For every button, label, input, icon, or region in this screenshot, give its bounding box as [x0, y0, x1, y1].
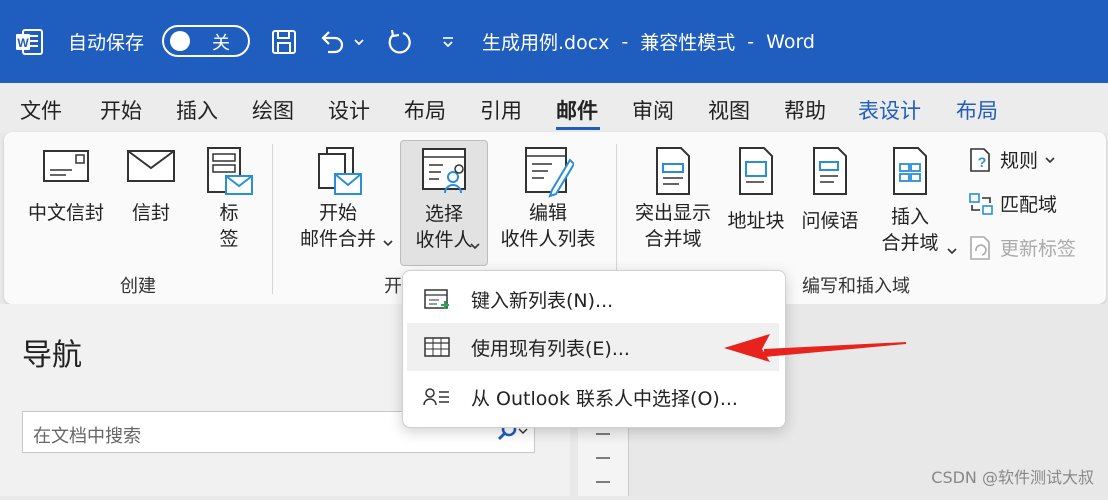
title-separator: -	[747, 30, 755, 53]
toggle-knob	[170, 31, 190, 51]
select-recipients-icon	[422, 148, 466, 194]
tab-mailings[interactable]: 邮件	[556, 95, 598, 125]
rules-icon: ?	[970, 147, 990, 172]
start-mail-merge-label-2: 邮件合并	[299, 228, 376, 250]
chinese-envelope-icon	[43, 150, 89, 182]
address-block-label: 地址块	[727, 210, 785, 232]
match-fields-icon	[969, 192, 993, 215]
start-mail-merge-button[interactable]: 开始 邮件合并	[286, 146, 393, 252]
autosave-label: 自动保存	[68, 32, 145, 54]
start-merge-group-label: 开	[384, 276, 402, 297]
select-recipients-button[interactable]: 选择 收件人	[400, 140, 488, 266]
svg-text:W: W	[17, 36, 29, 50]
labels-button[interactable]: 标 签	[200, 146, 258, 252]
tab-view[interactable]: 视图	[708, 95, 750, 125]
undo-dropdown-chevron-icon[interactable]	[352, 0, 366, 83]
insert-merge-field-label-2: 合并域	[881, 232, 939, 254]
menu-item-label: 键入新列表(N)...	[471, 289, 614, 312]
start-mail-merge-label-1: 开始	[318, 202, 357, 224]
chevron-down-icon	[1045, 156, 1055, 163]
update-labels-button[interactable]: 更新标签	[968, 234, 1076, 261]
app-name: Word	[766, 30, 815, 53]
write-insert-group-label: 编写和插入域	[802, 276, 910, 297]
start-mail-merge-icon	[318, 147, 362, 195]
tab-table-design[interactable]: 表设计	[858, 95, 921, 125]
tab-table-layout[interactable]: 布局	[956, 95, 998, 125]
highlight-merge-fields-label-1: 突出显示	[634, 202, 711, 224]
greeting-line-label: 问候语	[801, 210, 859, 232]
highlight-merge-fields-icon	[656, 147, 690, 195]
tab-references[interactable]: 引用	[480, 95, 522, 125]
word-logo-icon: W	[14, 0, 44, 83]
svg-text:?: ?	[978, 154, 987, 170]
insert-merge-field-label-1: 插入	[890, 206, 929, 228]
navigation-title: 导航	[22, 338, 82, 373]
new-list-icon	[423, 287, 453, 311]
match-fields-button[interactable]: 匹配域	[968, 190, 1057, 217]
autosave-toggle[interactable]: 关	[162, 25, 250, 57]
undo-icon[interactable]	[318, 0, 348, 83]
chinese-envelope-label: 中文信封	[27, 202, 104, 224]
greeting-line-button[interactable]: 问候语	[798, 146, 862, 234]
compatibility-mode: 兼容性模式	[640, 32, 736, 54]
search-placeholder: 在文档中搜索	[33, 426, 141, 447]
chevron-down-icon	[946, 236, 958, 262]
group-separator	[272, 144, 273, 294]
title-separator: -	[621, 30, 629, 53]
watermark: CSDN @软件测试大叔	[931, 468, 1094, 487]
vertical-ruler	[578, 420, 629, 496]
envelope-button[interactable]: 信封	[122, 148, 180, 226]
labels-label-1: 标	[219, 202, 239, 224]
chevron-down-icon	[469, 235, 481, 254]
address-block-button[interactable]: 地址块	[724, 146, 788, 234]
chevron-down-icon	[382, 228, 394, 254]
rules-label: 规则	[1000, 150, 1039, 172]
update-labels-icon	[970, 235, 990, 260]
customize-quick-access-icon[interactable]	[440, 0, 456, 83]
tab-home[interactable]: 开始	[100, 95, 142, 125]
select-recipients-label-1: 选择	[424, 203, 463, 225]
labels-label-2: 签	[219, 228, 239, 250]
ribbon-tabs: 文件 开始 插入 绘图 设计 布局 引用 邮件 审阅 视图 帮助 表设计 布局	[0, 83, 1108, 133]
tab-layout[interactable]: 布局	[404, 95, 446, 125]
tab-review[interactable]: 审阅	[632, 95, 674, 125]
highlight-merge-fields-label-2: 合并域	[644, 228, 702, 250]
address-block-icon	[739, 147, 773, 195]
greeting-line-icon	[813, 147, 847, 195]
annotation-arrow	[724, 334, 906, 362]
chinese-envelope-button[interactable]: 中文信封	[24, 148, 108, 226]
tab-help[interactable]: 帮助	[784, 95, 826, 125]
toggle-state-label: 关	[212, 33, 230, 54]
update-labels-label: 更新标签	[1000, 238, 1077, 260]
insert-merge-field-icon	[893, 147, 927, 195]
save-icon[interactable]	[270, 0, 298, 83]
edit-recipient-list-button[interactable]: 编辑 收件人列表	[496, 146, 600, 252]
tab-file[interactable]: 文件	[20, 95, 62, 125]
edit-recipient-list-icon	[525, 147, 574, 198]
envelope-icon	[127, 150, 175, 182]
existing-list-icon	[423, 335, 453, 359]
active-tab-indicator	[556, 127, 600, 130]
labels-icon	[207, 147, 253, 195]
highlight-merge-fields-button[interactable]: 突出显示 合并域	[628, 146, 718, 252]
tab-insert[interactable]: 插入	[176, 95, 218, 125]
chevron-down-icon	[518, 428, 528, 434]
menu-item-label: 使用现有列表(E)...	[471, 337, 630, 360]
edit-recipient-list-label-1: 编辑	[528, 202, 567, 224]
match-fields-label: 匹配域	[1000, 194, 1058, 216]
title-bar: W 自动保存 关 生成用例.docx - 兼容性模式 - Word	[0, 0, 1108, 83]
document-filename: 生成用例.docx	[482, 32, 610, 54]
tab-design[interactable]: 设计	[328, 95, 370, 125]
envelope-label: 信封	[131, 202, 170, 224]
edit-recipient-list-label-2: 收件人列表	[500, 228, 596, 250]
menu-item-type-new-list[interactable]: 键入新列表(N)...	[407, 275, 779, 323]
redo-icon[interactable]	[384, 0, 414, 83]
create-group-label: 创建	[120, 276, 156, 297]
menu-item-outlook-contacts[interactable]: 从 Outlook 联系人中选择(O)...	[407, 373, 779, 421]
outlook-contacts-icon	[423, 385, 453, 409]
rules-button[interactable]: ? 规则	[968, 146, 1056, 173]
insert-merge-field-button[interactable]: 插入 合并域	[870, 146, 957, 256]
menu-item-label: 从 Outlook 联系人中选择(O)...	[471, 387, 738, 410]
tab-draw[interactable]: 绘图	[252, 95, 294, 125]
